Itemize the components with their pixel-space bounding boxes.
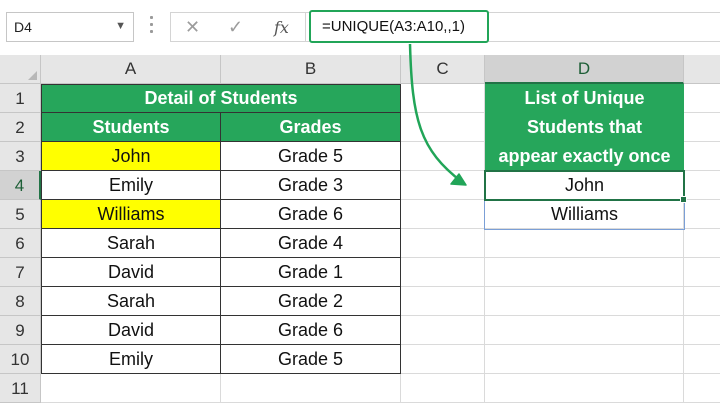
row-header-4[interactable]: 4 bbox=[0, 171, 41, 200]
student-cell[interactable]: John bbox=[41, 142, 221, 171]
unique-list-header-line-3[interactable]: appear exactly once bbox=[485, 142, 684, 171]
grade-cell[interactable]: Grade 5 bbox=[221, 345, 401, 374]
formula-buttons: ✕ ✓ fx bbox=[170, 12, 306, 42]
drag-handle-icon[interactable] bbox=[150, 16, 154, 38]
grade-cell[interactable]: Grade 6 bbox=[221, 200, 401, 229]
student-cell[interactable]: Sarah bbox=[41, 229, 221, 258]
name-box-value: D4 bbox=[14, 19, 32, 35]
column-header-c[interactable]: C bbox=[401, 55, 485, 84]
student-cell[interactable]: Emily bbox=[41, 171, 221, 200]
row-header-6[interactable]: 6 bbox=[0, 229, 41, 258]
unique-list-header-line-2[interactable]: Students that bbox=[485, 113, 684, 142]
chevron-down-icon[interactable]: ▼ bbox=[115, 20, 126, 32]
worksheet-grid: A B C D 1 2 3 4 5 6 7 8 9 10 11 Detail o… bbox=[0, 55, 720, 403]
student-cell[interactable]: Sarah bbox=[41, 287, 221, 316]
grade-cell[interactable]: Grade 5 bbox=[221, 142, 401, 171]
row-header-5[interactable]: 5 bbox=[0, 200, 41, 229]
unique-value-cell[interactable]: John bbox=[486, 172, 683, 199]
unique-value-cell[interactable]: Williams bbox=[485, 200, 684, 229]
row-header-8[interactable]: 8 bbox=[0, 287, 41, 316]
column-header-d[interactable]: D bbox=[485, 55, 684, 84]
row-header-7[interactable]: 7 bbox=[0, 258, 41, 287]
formula-bar: D4 ▼ ✕ ✓ fx =UNIQUE(A3:A10,,1) bbox=[0, 0, 720, 56]
row-header-10[interactable]: 10 bbox=[0, 345, 41, 374]
column-header-a[interactable]: A bbox=[41, 55, 221, 84]
student-cell[interactable]: David bbox=[41, 258, 221, 287]
formula-text[interactable]: =UNIQUE(A3:A10,,1) bbox=[322, 18, 465, 35]
row-header-3[interactable]: 3 bbox=[0, 142, 41, 171]
grade-cell[interactable]: Grade 4 bbox=[221, 229, 401, 258]
grade-cell[interactable]: Grade 3 bbox=[221, 171, 401, 200]
name-box[interactable]: D4 ▼ bbox=[6, 12, 134, 42]
row-header-9[interactable]: 9 bbox=[0, 316, 41, 345]
grade-cell[interactable]: Grade 2 bbox=[221, 287, 401, 316]
column-header-b[interactable]: B bbox=[221, 55, 401, 84]
header-students[interactable]: Students bbox=[41, 113, 221, 142]
student-cell[interactable]: Williams bbox=[41, 200, 221, 229]
x-icon[interactable]: ✕ bbox=[185, 17, 200, 38]
row-header-2[interactable]: 2 bbox=[0, 113, 41, 142]
grade-cell[interactable]: Grade 6 bbox=[221, 316, 401, 345]
select-all-button[interactable] bbox=[0, 55, 41, 84]
header-grades[interactable]: Grades bbox=[221, 113, 401, 142]
grade-cell[interactable]: Grade 1 bbox=[221, 258, 401, 287]
check-icon[interactable]: ✓ bbox=[228, 17, 243, 38]
row-header-1[interactable]: 1 bbox=[0, 84, 41, 113]
student-cell[interactable]: David bbox=[41, 316, 221, 345]
student-cell[interactable]: Emily bbox=[41, 345, 221, 374]
insert-function-icon[interactable]: fx bbox=[274, 18, 289, 37]
unique-list-header-line-1[interactable]: List of Unique bbox=[485, 84, 684, 113]
column-header-e[interactable] bbox=[684, 55, 720, 84]
row-header-11[interactable]: 11 bbox=[0, 374, 41, 403]
table-title[interactable]: Detail of Students bbox=[41, 84, 401, 113]
